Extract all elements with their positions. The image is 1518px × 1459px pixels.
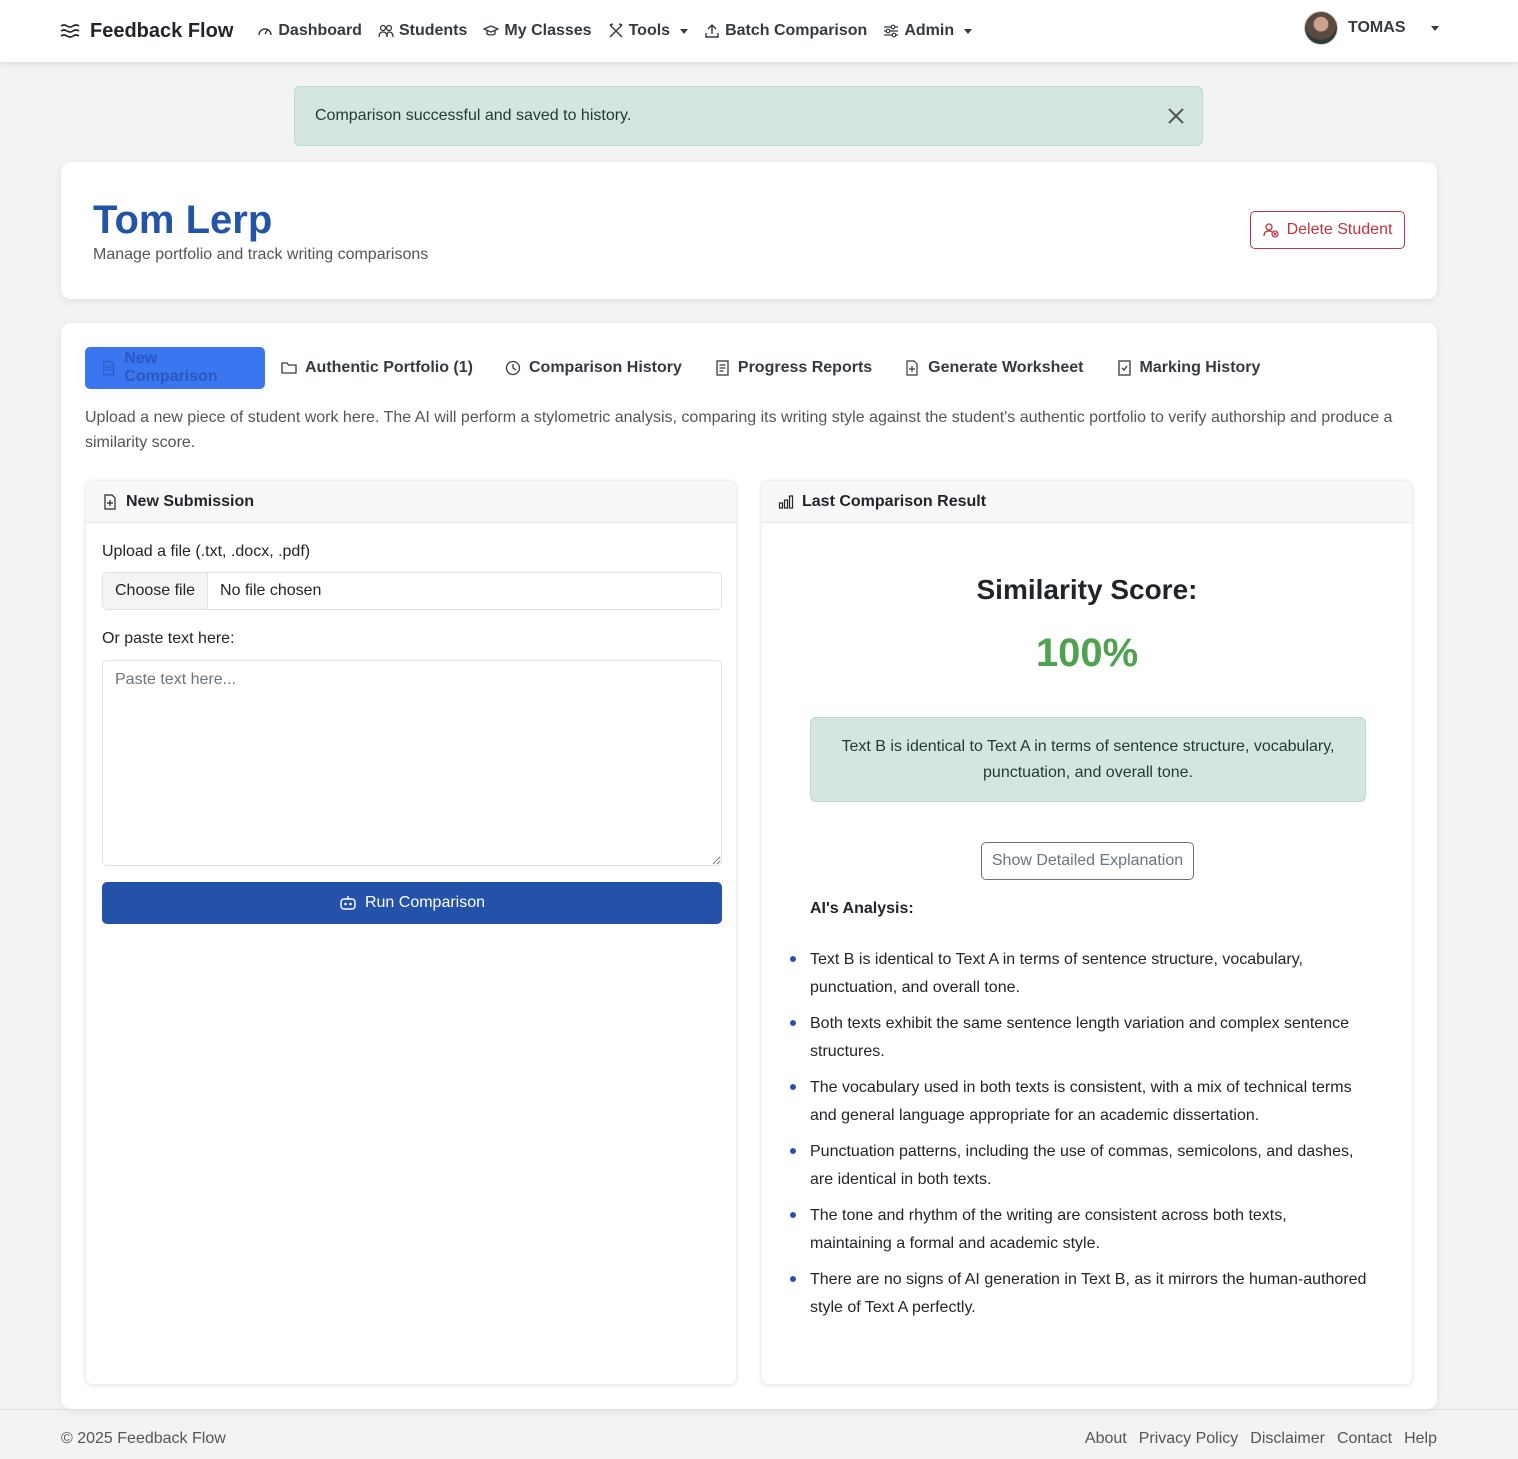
footer-link-disclaimer[interactable]: Disclaimer [1250,1430,1325,1448]
nav-students-label: Students [398,22,468,39]
nav-dashboard[interactable]: Dashboard [257,22,362,40]
tools-icon [609,23,623,38]
waves-icon [60,24,80,38]
clock-history-icon [505,360,521,376]
avatar [1304,11,1338,45]
file-plus-icon [104,493,116,510]
sliders-icon [884,24,899,38]
run-comparison-button[interactable]: Run Comparison [102,882,722,924]
paste-text-label: Or paste text here: [102,630,235,647]
upload-icon [705,24,719,38]
tab-new-comparison-label: New Comparison [124,350,218,385]
tab-marking-history[interactable]: Marking History [1100,347,1277,389]
people-icon [378,24,394,38]
nav-dashboard-label: Dashboard [278,22,362,39]
page-subtitle: Manage portfolio and track writing compa… [93,246,429,263]
tab-generate-worksheet[interactable]: Generate Worksheet [888,347,1099,389]
show-explanation-button[interactable]: Show Detailed Explanation [981,842,1194,880]
brand[interactable]: Feedback Flow [60,20,233,43]
tab-marking-history-label: Marking History [1139,359,1261,376]
alert-message: Comparison successful and saved to histo… [315,107,632,124]
chevron-down-icon [680,28,689,34]
result-summary: Text B is identical to Text A in terms o… [810,717,1366,802]
list-item: Both texts exhibit the same sentence len… [790,1010,1370,1066]
file-status: No file chosen [220,582,322,599]
close-icon[interactable] [1166,106,1186,126]
file-plus-icon [906,360,918,376]
new-submission-title: New Submission [126,492,255,510]
tab-authentic-portfolio-label: Authentic Portfolio (1) [305,359,473,376]
nav-batch-comparison-label: Batch Comparison [725,22,868,39]
student-header-card: Tom Lerp Manage portfolio and track writ… [61,162,1437,299]
new-submission-header: New Submission [86,481,736,523]
tab-progress-reports-label: Progress Reports [737,359,873,376]
footer-links: About Privacy Policy Disclaimer Contact … [1085,1430,1437,1448]
nav-tools-label: Tools [628,22,671,39]
delete-student-button[interactable]: Delete Student [1250,211,1405,249]
tab-comparison-history[interactable]: Comparison History [489,347,698,389]
last-result-title: Last Comparison Result [802,492,987,510]
footer-link-contact[interactable]: Contact [1337,1430,1392,1448]
tab-progress-reports[interactable]: Progress Reports [698,347,888,389]
journal-text-icon [716,360,729,376]
tab-new-comparison[interactable]: New Comparison [85,347,265,389]
speedometer-icon [258,28,273,36]
new-submission-card: New Submission Upload a file (.txt, .doc… [85,480,737,1385]
nav-tools[interactable]: Tools [608,22,689,40]
person-x-icon [1262,223,1279,238]
similarity-score-title: Similarity Score: [976,574,1198,605]
nav-batch-comparison[interactable]: Batch Comparison [704,22,867,40]
tab-bar: New Comparison Authentic Portfolio (1) C… [85,347,1276,389]
nav-my-classes[interactable]: My Classes [483,22,592,40]
tab-comparison-history-label: Comparison History [528,359,682,376]
analysis-list: Text B is identical to Text A in terms o… [790,946,1370,1330]
list-item: Punctuation patterns, including the use … [790,1138,1370,1194]
nav-my-classes-label: My Classes [504,22,592,39]
footer-link-privacy[interactable]: Privacy Policy [1139,1430,1239,1448]
delete-student-label: Delete Student [1286,221,1393,238]
top-navbar: Feedback Flow Dashboard Students My Clas… [0,0,1518,62]
journal-check-icon [1117,360,1131,376]
success-alert: Comparison successful and saved to histo… [294,86,1203,146]
footer-link-help[interactable]: Help [1404,1430,1437,1448]
nav-students[interactable]: Students [378,22,467,40]
mortarboard-icon [483,25,500,36]
intro-text: Upload a new piece of student work here.… [85,409,1393,451]
last-result-header: Last Comparison Result [762,481,1412,523]
file-text-icon [103,360,114,376]
robot-icon [340,896,356,910]
user-menu[interactable]: TOMAS [1304,11,1440,45]
run-comparison-label: Run Comparison [364,894,486,911]
user-name: TOMAS [1348,19,1406,36]
choose-file-button[interactable]: Choose file [103,573,209,609]
similarity-score-value: 100% [1035,631,1139,675]
bar-chart-icon [778,494,794,509]
copyright: © 2025 Feedback Flow [61,1430,226,1447]
folder-icon [281,362,297,374]
list-item: The vocabulary used in both texts is con… [790,1074,1370,1130]
nav-admin-label: Admin [904,22,955,39]
chevron-down-icon [964,28,973,34]
file-upload-label: Upload a file (.txt, .docx, .pdf) [102,543,311,560]
page-title: Tom Lerp [93,198,273,242]
list-item: Text B is identical to Text A in terms o… [790,946,1370,1002]
analysis-title: AI's Analysis: [810,900,914,917]
file-upload-input[interactable]: Choose file No file chosen [102,572,722,610]
chevron-down-icon [1431,25,1440,31]
paste-text-input[interactable] [102,660,722,866]
brand-name: Feedback Flow [90,19,234,42]
list-item: There are no signs of AI generation in T… [790,1266,1370,1322]
main-card: New Comparison Authentic Portfolio (1) C… [61,323,1437,1409]
footer: © 2025 Feedback Flow About Privacy Polic… [0,1410,1518,1453]
list-item: The tone and rhythm of the writing are c… [790,1202,1370,1258]
tab-generate-worksheet-label: Generate Worksheet [928,359,1084,376]
nav-admin[interactable]: Admin [883,22,973,40]
footer-link-about[interactable]: About [1085,1430,1127,1448]
tab-authentic-portfolio[interactable]: Authentic Portfolio (1) [265,347,489,389]
last-result-card: Last Comparison Result Similarity Score:… [761,480,1413,1385]
